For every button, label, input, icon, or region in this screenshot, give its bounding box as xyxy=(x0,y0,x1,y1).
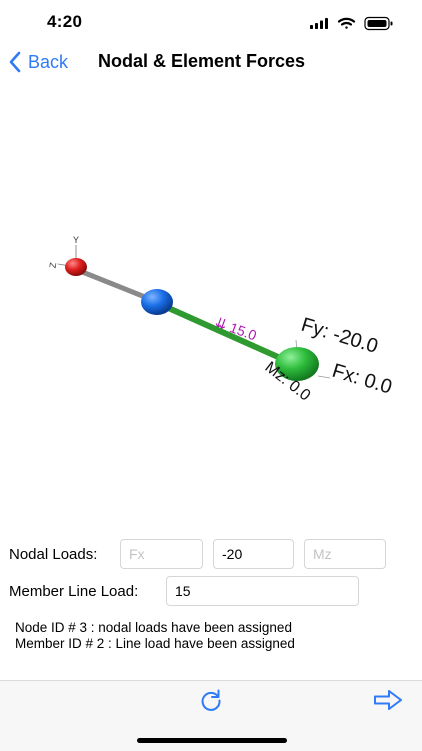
structure-3d-view[interactable]: Y Z ⇊ 15.0 Fy: -20.0 Fx: 0.0 Mz: 0.0 xyxy=(0,82,422,522)
navigation-bar: Back Nodal & Element Forces xyxy=(0,44,422,80)
node-1[interactable] xyxy=(65,258,87,276)
back-label: Back xyxy=(28,51,69,72)
back-button[interactable]: Back xyxy=(8,48,68,76)
arrow-right-icon[interactable] xyxy=(372,688,404,712)
axis-y-label: Y xyxy=(73,235,79,245)
page-title: Nodal & Element Forces xyxy=(98,51,306,71)
member-assignment-message: Member ID # 2 : Line load have been assi… xyxy=(15,636,295,651)
fx-annotation: Fx: 0.0 xyxy=(330,360,395,399)
node-2[interactable] xyxy=(141,289,173,315)
node-assignment-message: Node ID # 3 : nodal loads have been assi… xyxy=(15,620,292,635)
member-2[interactable] xyxy=(161,303,290,364)
home-indicator xyxy=(137,738,287,743)
status-icons xyxy=(310,16,393,31)
mz-input[interactable] xyxy=(304,539,386,569)
chevron-left-icon xyxy=(9,51,21,73)
member-line-load-label: Member Line Load: xyxy=(9,583,139,600)
refresh-icon[interactable] xyxy=(198,687,224,713)
axis-z-label: Z xyxy=(48,261,59,269)
battery-icon xyxy=(364,16,393,31)
status-bar: 4:20 xyxy=(0,0,422,44)
wifi-icon xyxy=(337,17,356,29)
fx-input[interactable] xyxy=(120,539,203,569)
fy-input[interactable] xyxy=(213,539,294,569)
cellular-signal-icon xyxy=(310,18,328,29)
nodal-loads-label: Nodal Loads: xyxy=(9,546,98,563)
member-line-load-input[interactable] xyxy=(166,576,359,606)
member-1[interactable] xyxy=(77,268,153,302)
